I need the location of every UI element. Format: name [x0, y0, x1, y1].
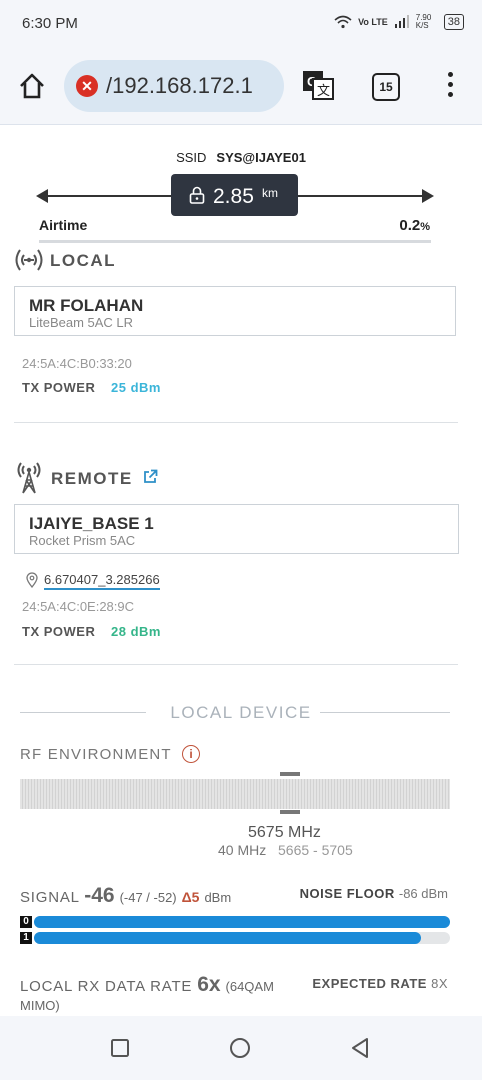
airtime-value: 0.2% — [399, 217, 430, 234]
airtime-bar — [39, 240, 431, 243]
data-speed: 7.90 K/S — [415, 13, 432, 30]
signal-label: SIGNAL — [20, 889, 80, 906]
remote-device-model: Rocket Prism 5AC — [29, 533, 136, 548]
translate-icon[interactable]: G文 — [302, 70, 334, 100]
back-icon[interactable] — [350, 1037, 370, 1059]
local-device-name-field[interactable]: MR FOLAHAN LiteBeam 5AC LR — [14, 286, 456, 336]
chain0-fill — [34, 916, 450, 928]
rf-environment-graph[interactable] — [20, 779, 450, 809]
distance-badge[interactable]: 2.85 km — [171, 174, 298, 216]
distance-value: 2.85 — [213, 185, 254, 208]
not-secure-icon[interactable]: ✕ — [76, 75, 98, 97]
local-heading: LOCAL — [50, 251, 117, 270]
expected-rate-value: 8X — [431, 976, 448, 991]
signal-row: SIGNAL -46 (-47 / -52) Δ5 dBm — [20, 884, 231, 908]
external-link-icon[interactable] — [143, 469, 158, 484]
frequency-range: 5665 - 5705 — [278, 842, 353, 858]
local-tx-power-value: 25 dBm — [111, 380, 161, 395]
signal-value: -46 — [84, 884, 115, 907]
chain1-bar — [34, 932, 450, 944]
local-tx-power-label: TX POWER — [22, 380, 96, 395]
expected-rate: EXPECTED RATE 8X — [312, 976, 448, 991]
signal-chains: (-47 / -52) — [119, 890, 177, 905]
clock: 6:30 PM — [22, 15, 78, 32]
airtime-label: Airtime — [39, 217, 88, 233]
local-antenna-icon — [15, 249, 43, 271]
channel-width: 40 MHz — [218, 842, 267, 858]
local-device-heading: LOCAL DEVICE — [170, 703, 312, 722]
remote-coordinates-link[interactable]: 6.670407_3.285266 — [44, 572, 160, 590]
ssid-value: SYS@IJAYE01 — [216, 150, 306, 165]
remote-device-name: IJAIYE_BASE 1 — [29, 514, 154, 533]
remote-tx-power-value: 28 dBm — [111, 624, 161, 639]
chain1-fill — [34, 932, 421, 944]
rx-rate-value: 6x — [197, 973, 221, 996]
noise-floor-value: -86 dBm — [398, 886, 448, 901]
remote-heading: REMOTE — [51, 469, 133, 488]
chain1-label: 1 — [20, 932, 32, 944]
airtime-unit: % — [420, 221, 430, 233]
status-icons: Vo LTE 7.90 K/S 38 — [334, 14, 464, 30]
noise-floor: NOISE FLOOR -86 dBm — [300, 886, 448, 901]
rf-environment-label: RF ENVIRONMENT — [20, 746, 172, 763]
remote-mac: 24:5A:4C:0E:28:9C — [22, 599, 135, 614]
local-mac: 24:5A:4C:B0:33:20 — [22, 356, 132, 371]
expected-rate-label: EXPECTED RATE — [312, 976, 427, 991]
center-frequency: 5675 MHz — [248, 824, 321, 841]
info-icon[interactable]: i — [182, 745, 200, 763]
signal-delta: Δ5 — [181, 889, 200, 905]
address-bar[interactable]: ✕ /192.168.172.1 — [64, 60, 284, 112]
signal-strength-icon — [394, 15, 409, 28]
remote-tower-icon — [17, 462, 41, 494]
battery-icon: 38 — [443, 14, 464, 30]
url-text: /192.168.172.1 — [106, 73, 253, 98]
home-nav-icon[interactable] — [229, 1037, 251, 1059]
lock-icon — [189, 186, 205, 204]
overflow-menu-icon[interactable] — [440, 72, 460, 102]
home-icon[interactable] — [18, 72, 46, 100]
ssid-row: SSID SYS@IJAYE01 — [0, 150, 482, 165]
channel-marker-top — [280, 772, 300, 776]
rx-data-rate: LOCAL RX DATA RATE 6x (64QAM MIMO) — [20, 973, 300, 1015]
channel-marker-bottom — [280, 810, 300, 814]
remote-device-name-field[interactable]: IJAIYE_BASE 1 Rocket Prism 5AC — [14, 504, 459, 554]
divider — [14, 422, 458, 423]
chain0-label: 0 — [20, 916, 32, 928]
remote-tx-power-label: TX POWER — [22, 624, 96, 639]
system-nav-bar — [0, 1016, 482, 1080]
network-label: Vo LTE — [358, 17, 388, 27]
signal-unit: dBm — [204, 890, 232, 905]
local-device-model: LiteBeam 5AC LR — [29, 315, 134, 330]
tab-count-button[interactable]: 15 — [372, 73, 400, 101]
location-pin-icon — [26, 572, 38, 588]
arrow-left-icon — [36, 189, 48, 203]
arrow-right-icon — [422, 189, 434, 203]
rx-rate-label: LOCAL RX DATA RATE — [20, 978, 193, 995]
distance-unit: km — [262, 186, 278, 200]
recent-apps-icon[interactable] — [110, 1038, 130, 1058]
chain0-bar — [34, 916, 450, 928]
ssid-label: SSID — [176, 150, 207, 165]
local-device-name: MR FOLAHAN — [29, 296, 144, 315]
wifi-icon — [334, 15, 352, 29]
divider — [14, 664, 458, 665]
airtime-number: 0.2 — [399, 217, 421, 234]
status-bar: 6:30 PM Vo LTE 7.90 K/S 38 — [0, 0, 482, 48]
svg-text:文: 文 — [317, 83, 330, 98]
noise-floor-label: NOISE FLOOR — [299, 886, 395, 901]
browser-toolbar: ✕ /192.168.172.1 G文 15 — [0, 48, 482, 125]
